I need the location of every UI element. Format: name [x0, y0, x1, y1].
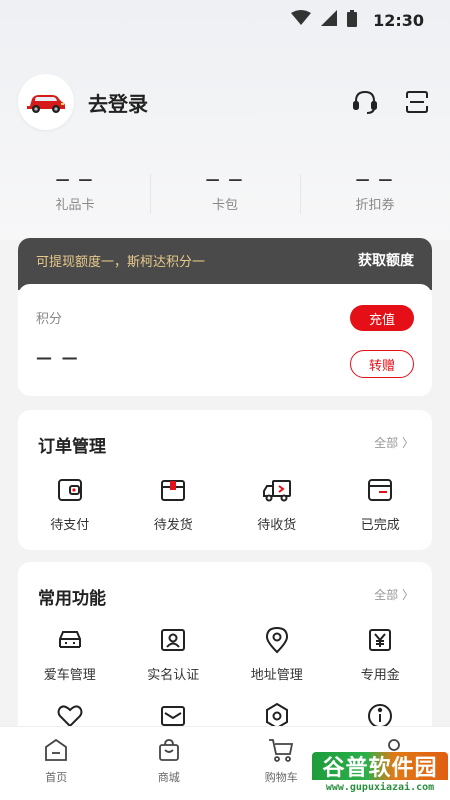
- functions-row-1: 爱车管理 实名认证 地址管理 专用金: [18, 624, 432, 683]
- status-bar: 12:30: [0, 0, 450, 40]
- card-package-label: 卡包: [211, 198, 238, 213]
- order-pending-shipment-label: 待发货: [153, 518, 193, 533]
- car-avatar-icon: [27, 95, 65, 113]
- battery-icon: [347, 9, 358, 31]
- location-icon: [261, 624, 293, 656]
- avatar[interactable]: [18, 74, 74, 130]
- wifi-icon: [291, 10, 312, 30]
- order-pending-shipment[interactable]: 待发货: [122, 474, 226, 533]
- function-my-car-label: 爱车管理: [43, 668, 96, 683]
- box-complete-icon: [364, 474, 396, 506]
- common-functions-card: 常用功能 全部 〉 爱车管理 实名认证 地址管理 专用金: [18, 562, 432, 742]
- order-pending-receipt[interactable]: 待收货: [225, 474, 329, 533]
- divider: [300, 174, 301, 214]
- points-label: 积分: [36, 312, 63, 327]
- function-special-fund-label: 专用金: [360, 668, 400, 683]
- coupon-label: 折扣券: [355, 198, 395, 213]
- card-package-value: — —: [205, 172, 245, 188]
- transfer-button[interactable]: 转赠: [350, 350, 414, 378]
- profile-header: 去登录: [18, 74, 432, 130]
- function-address[interactable]: 地址管理: [225, 624, 329, 683]
- order-management-title: 订单管理: [38, 437, 106, 457]
- id-card-icon: [157, 624, 189, 656]
- order-completed[interactable]: 已完成: [329, 474, 433, 533]
- function-id-verification-label: 实名认证: [147, 668, 200, 683]
- login-link[interactable]: 去登录: [88, 88, 328, 117]
- home-icon: [45, 738, 68, 761]
- car-icon: [54, 624, 86, 656]
- signal-icon: [321, 10, 338, 30]
- nav-home-label: 首页: [45, 771, 68, 784]
- common-functions-title: 常用功能: [38, 589, 106, 609]
- cart-icon: [269, 739, 294, 762]
- scan-icon[interactable]: [402, 87, 432, 117]
- functions-view-all-link[interactable]: 全部 〉: [374, 586, 414, 603]
- nav-home[interactable]: 首页: [0, 727, 113, 800]
- function-id-verification[interactable]: 实名认证: [122, 624, 226, 683]
- customer-service-icon[interactable]: [350, 87, 380, 117]
- get-quota-link[interactable]: 获取额度: [358, 250, 414, 270]
- watermark-logo: 谷普软件园 www.gupuxiazai.com: [312, 752, 448, 798]
- package-icon: [157, 474, 189, 506]
- order-pending-payment-label: 待支付: [50, 518, 90, 533]
- nav-cart-label: 购物车: [264, 771, 298, 784]
- watermark-url-text: www.gupuxiazai.com: [325, 782, 435, 793]
- coupon-value: — —: [355, 172, 395, 188]
- points-value: — —: [36, 348, 80, 367]
- wallet-icon: [54, 474, 86, 506]
- order-management-card: 订单管理 全部 〉 待支付 待发货 待收货 已完成: [18, 410, 432, 550]
- nav-mall-label: 商城: [157, 771, 180, 784]
- function-address-label: 地址管理: [250, 668, 303, 683]
- stats-row: — — 礼品卡 — — 卡包 — — 折扣券: [0, 170, 450, 220]
- function-my-car[interactable]: 爱车管理: [18, 624, 122, 683]
- order-status-row: 待支付 待发货 待收货 已完成: [18, 474, 432, 533]
- gift-card-label: 礼品卡: [55, 198, 95, 213]
- points-banner: 可提现额度一，斯柯达积分一 获取额度: [18, 238, 432, 290]
- card-package-stat[interactable]: — — 卡包: [150, 170, 300, 220]
- gift-card-stat[interactable]: — — 礼品卡: [0, 170, 150, 220]
- recharge-button[interactable]: 充值: [350, 305, 414, 331]
- yen-icon: [364, 624, 396, 656]
- order-completed-label: 已完成: [360, 518, 400, 533]
- nav-mall[interactable]: 商城: [113, 727, 226, 800]
- order-pending-payment[interactable]: 待支付: [18, 474, 122, 533]
- truck-icon: [261, 474, 293, 506]
- watermark-main-text: 谷普软件园: [312, 752, 448, 781]
- divider: [150, 174, 151, 214]
- status-time: 12:30: [373, 10, 424, 30]
- function-special-fund[interactable]: 专用金: [329, 624, 433, 683]
- order-pending-receipt-label: 待收货: [257, 518, 297, 533]
- points-promo-text: 可提现额度一，斯柯达积分一: [36, 254, 206, 270]
- orders-view-all-link[interactable]: 全部 〉: [374, 434, 414, 451]
- points-card: 积分 — — 充值 转赠: [18, 284, 432, 396]
- coupon-stat[interactable]: — — 折扣券: [300, 170, 450, 220]
- gift-card-value: — —: [55, 172, 95, 188]
- shopping-bag-icon: [158, 739, 179, 761]
